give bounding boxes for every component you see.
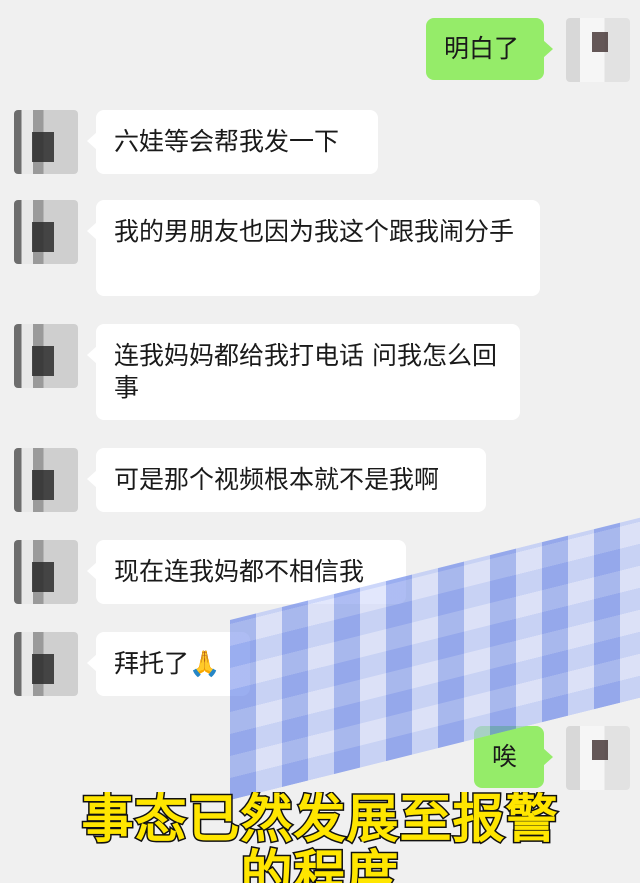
my-avatar[interactable]: [566, 726, 630, 790]
incoming-message[interactable]: 我的男朋友也因为我这个跟我闹分手: [87, 200, 540, 296]
contact-avatar[interactable]: [14, 110, 78, 174]
message-text: 现在连我妈都不相信我: [114, 557, 365, 586]
message-text: 明白了: [444, 34, 520, 63]
message-text: 可是那个视频根本就不是我啊: [114, 465, 440, 494]
incoming-message[interactable]: 拜托了🙏: [87, 632, 250, 696]
message-text: 我的男朋友也因为我这个跟我闹分手: [114, 217, 515, 246]
contact-avatar[interactable]: [14, 632, 78, 696]
outgoing-message[interactable]: 明白了: [426, 18, 553, 80]
incoming-message[interactable]: 可是那个视频根本就不是我啊: [87, 448, 486, 512]
contact-avatar[interactable]: [14, 540, 78, 604]
message-text: 拜托了🙏: [114, 649, 221, 678]
caption-line-2: 的程度: [239, 846, 400, 883]
my-avatar[interactable]: [566, 18, 630, 82]
message-text: 六娃等会帮我发一下: [114, 127, 340, 156]
contact-avatar[interactable]: [14, 200, 78, 264]
contact-avatar[interactable]: [14, 324, 78, 388]
contact-avatar[interactable]: [14, 448, 78, 512]
caption-line-1: 事态已然发展至报警: [80, 792, 559, 850]
video-caption: 事态已然发展至报警 的程度: [0, 792, 640, 883]
message-text: 连我妈妈都给我打电话 问我怎么回事: [114, 341, 497, 402]
incoming-message[interactable]: 六娃等会帮我发一下: [87, 110, 378, 174]
message-text: 唉: [492, 742, 518, 771]
incoming-message[interactable]: 连我妈妈都给我打电话 问我怎么回事: [87, 324, 520, 420]
